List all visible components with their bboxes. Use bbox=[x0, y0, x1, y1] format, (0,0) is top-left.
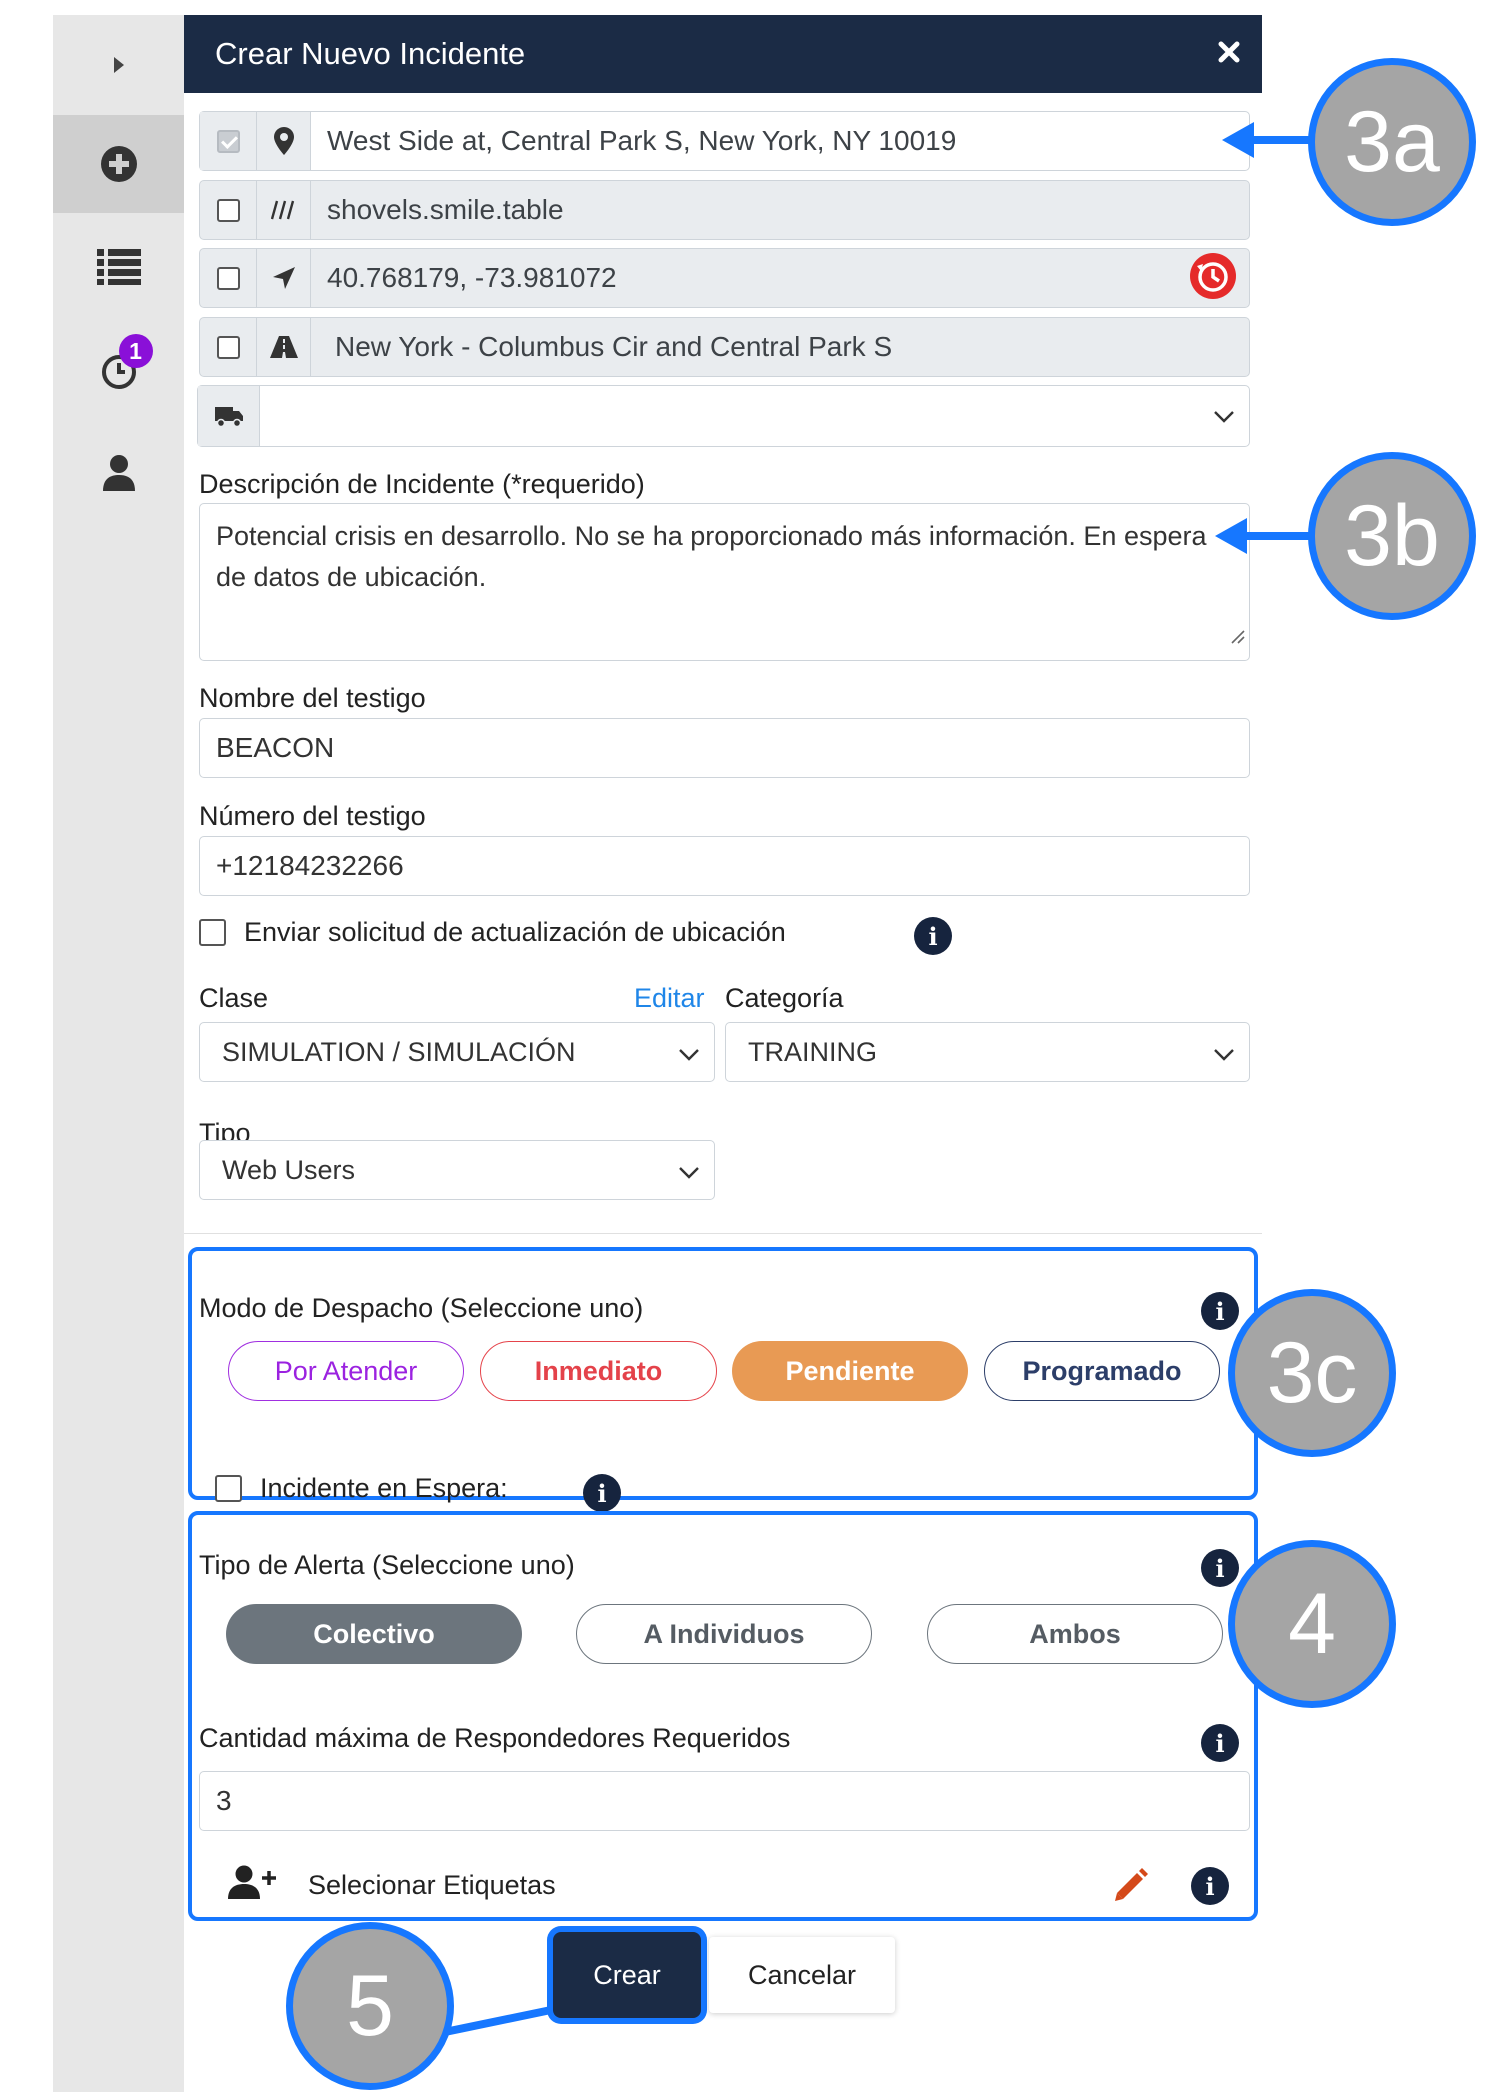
category-value: TRAINING bbox=[748, 1036, 878, 1067]
witness-name-label: Nombre del testigo bbox=[199, 683, 426, 713]
alert-option-individuos[interactable]: A Individuos bbox=[576, 1604, 872, 1664]
alert-title: Tipo de Alerta (Seleccione uno) bbox=[199, 1550, 575, 1580]
plus-circle-icon[interactable] bbox=[53, 115, 184, 213]
callout-3b: 3b bbox=[1308, 452, 1476, 620]
list-icon[interactable] bbox=[53, 237, 184, 297]
close-icon[interactable] bbox=[1212, 35, 1246, 69]
create-button[interactable]: Crear bbox=[547, 1926, 707, 2024]
notification-badge: 1 bbox=[118, 334, 153, 368]
alert-option-ambos[interactable]: Ambos bbox=[927, 1604, 1223, 1664]
info-icon[interactable]: i bbox=[1191, 1867, 1229, 1905]
callout-4: 4 bbox=[1228, 1540, 1396, 1708]
dispatch-option-pendiente[interactable]: Pendiente bbox=[732, 1341, 968, 1401]
info-icon[interactable]: i bbox=[914, 917, 952, 955]
road-checkbox-cell bbox=[200, 318, 257, 376]
address-checkbox-cell bbox=[200, 112, 257, 170]
truck-icon bbox=[198, 386, 260, 446]
on-hold-checkbox[interactable] bbox=[215, 1475, 242, 1502]
info-icon[interactable]: i bbox=[1201, 1724, 1239, 1762]
callout-3c: 3c bbox=[1228, 1289, 1396, 1457]
max-responders-input[interactable]: 3 bbox=[199, 1771, 1250, 1831]
type-select[interactable]: Web Users bbox=[199, 1140, 715, 1200]
pencil-icon[interactable] bbox=[1111, 1867, 1149, 1910]
category-label: Categoría bbox=[725, 983, 844, 1013]
alert-option-colectivo[interactable]: Colectivo bbox=[226, 1604, 522, 1664]
what3words-field[interactable]: shovels.smile.table bbox=[311, 194, 1249, 226]
send-location-option[interactable]: Enviar solicitud de actualización de ubi… bbox=[199, 917, 786, 948]
on-hold-option[interactable]: Incidente en Espera: bbox=[215, 1473, 508, 1504]
resize-handle-icon[interactable] bbox=[1227, 615, 1245, 656]
category-select[interactable]: TRAINING bbox=[725, 1022, 1250, 1082]
road-row: New York - Columbus Cir and Central Park… bbox=[199, 317, 1250, 377]
chevron-down-icon bbox=[676, 1159, 702, 1192]
description-text: Potencial crisis en desarrollo. No se ha… bbox=[216, 521, 1207, 592]
coordinates-row: 40.768179, -73.981072 bbox=[199, 248, 1250, 308]
witness-number-input[interactable]: +12184232266 bbox=[199, 836, 1250, 896]
divider bbox=[184, 1233, 1262, 1234]
dialog-title: Crear Nuevo Incidente bbox=[215, 36, 526, 71]
user-icon[interactable] bbox=[53, 443, 184, 503]
type-value: Web Users bbox=[222, 1154, 356, 1185]
what3words-checkbox-cell bbox=[200, 181, 257, 239]
description-textarea[interactable]: Potencial crisis en desarrollo. No se ha… bbox=[199, 503, 1250, 661]
send-location-checkbox[interactable] bbox=[199, 919, 226, 946]
info-icon[interactable]: i bbox=[1201, 1292, 1239, 1330]
callout-arrow bbox=[445, 2006, 552, 2036]
chevron-down-icon bbox=[676, 1041, 702, 1074]
dispatch-title: Modo de Despacho (Seleccione uno) bbox=[199, 1293, 644, 1323]
info-icon[interactable]: i bbox=[1201, 1549, 1239, 1587]
user-plus-icon bbox=[228, 1865, 278, 1906]
caret-right-icon[interactable] bbox=[53, 45, 184, 85]
map-marker-icon bbox=[257, 112, 311, 170]
select-tags-row[interactable]: Selecionar Etiquetas bbox=[228, 1865, 556, 1906]
coordinates-checkbox[interactable] bbox=[216, 266, 240, 290]
chevron-down-icon bbox=[1211, 1041, 1237, 1074]
create-incident-panel: Crear Nuevo Incidente West Side at, Cent… bbox=[184, 15, 1262, 2092]
class-select[interactable]: SIMULATION / SIMULACIÓN bbox=[199, 1022, 715, 1082]
info-icon[interactable]: i bbox=[583, 1474, 621, 1512]
cancel-button[interactable]: Cancelar bbox=[709, 1937, 895, 2013]
history-reset-icon[interactable] bbox=[1189, 252, 1237, 305]
dispatch-option-programado[interactable]: Programado bbox=[984, 1341, 1220, 1401]
sidebar-rail: 1 bbox=[53, 15, 184, 2092]
send-location-label: Enviar solicitud de actualización de ubi… bbox=[244, 917, 786, 947]
tags-label: Selecionar Etiquetas bbox=[308, 1870, 556, 1900]
witness-name-input[interactable]: BEACON bbox=[199, 718, 1250, 778]
history-icon[interactable]: 1 bbox=[53, 334, 184, 405]
class-value: SIMULATION / SIMULACIÓN bbox=[222, 1036, 576, 1067]
coordinates-checkbox-cell bbox=[200, 249, 257, 307]
dispatch-option-inmediato[interactable]: Inmediato bbox=[480, 1341, 717, 1401]
callout-3a: 3a bbox=[1308, 58, 1476, 226]
address-row: West Side at, Central Park S, New York, … bbox=[199, 111, 1250, 171]
address-field[interactable]: West Side at, Central Park S, New York, … bbox=[311, 125, 1249, 157]
road-icon bbox=[257, 318, 311, 376]
class-label: Clase bbox=[199, 983, 269, 1013]
location-arrow-icon bbox=[257, 249, 311, 307]
road-field[interactable]: New York - Columbus Cir and Central Park… bbox=[311, 331, 1249, 363]
callout-5: 5 bbox=[286, 1922, 454, 2090]
what3words-row: shovels.smile.table bbox=[199, 180, 1250, 240]
create-button-label: Crear bbox=[553, 1932, 701, 2018]
what3words-icon bbox=[257, 181, 311, 239]
edit-link[interactable]: Editar bbox=[634, 983, 705, 1014]
dispatch-option-por-atender[interactable]: Por Atender bbox=[228, 1341, 464, 1401]
chevron-down-icon bbox=[1211, 402, 1237, 435]
witness-number-label: Número del testigo bbox=[199, 801, 426, 831]
coordinates-field[interactable]: 40.768179, -73.981072 bbox=[311, 262, 1189, 294]
road-checkbox[interactable] bbox=[216, 335, 240, 359]
description-label: Descripción de Incidente (*requerido) bbox=[199, 469, 645, 499]
what3words-checkbox[interactable] bbox=[216, 198, 240, 222]
address-checkbox[interactable] bbox=[216, 129, 240, 153]
on-hold-label: Incidente en Espera: bbox=[260, 1473, 508, 1503]
dialog-header: Crear Nuevo Incidente bbox=[184, 15, 1262, 93]
vehicle-select[interactable] bbox=[197, 385, 1250, 447]
max-responders-label: Cantidad máxima de Respondedores Requeri… bbox=[199, 1723, 791, 1753]
